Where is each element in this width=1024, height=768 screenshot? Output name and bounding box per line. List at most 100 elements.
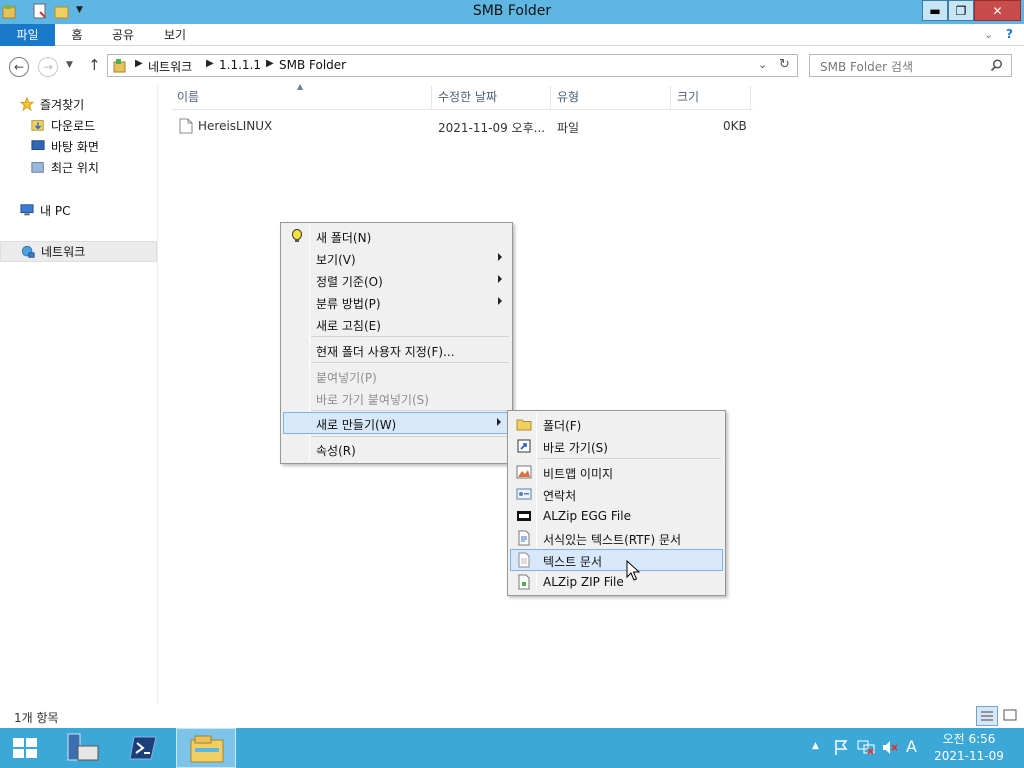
menu-item-group-by[interactable]: 분류 방법(P) [283,291,510,313]
large-icons-view-icon [1003,709,1017,721]
address-bar[interactable]: ▶ 네트워크 ▶ 1.1.1.1 ▶ SMB Folder ⌄ ↻ [107,54,798,77]
menu-item-refresh[interactable]: 새로 고침(E) [283,313,510,335]
file-size: 0KB [723,119,747,133]
menu-item-paste: 붙여넣기(P) [283,365,510,387]
menu-item-customize-folder[interactable]: 현재 폴더 사용자 지정(F)... [283,339,510,361]
search-input[interactable]: SMB Folder 검색 [820,58,913,75]
back-button[interactable]: ← [9,57,29,77]
submenu-item-contact[interactable]: 연락처 [510,483,723,505]
tab-home[interactable]: 홈 [62,24,92,46]
menu-label: 보기(V) [316,253,356,267]
nav-this-pc[interactable]: 내 PC [19,200,70,220]
menu-separator [311,362,509,363]
menu-label: 텍스트 문서 [543,555,603,569]
details-view-button[interactable] [976,706,998,726]
menu-label: 서식있는 텍스트(RTF) 문서 [543,533,682,547]
taskbar-file-explorer[interactable] [176,728,236,768]
submenu-item-folder[interactable]: 폴더(F) [510,413,723,435]
taskbar-powershell[interactable] [118,728,168,768]
shortcut-icon [517,439,531,453]
column-type-label: 유형 [557,90,580,104]
tab-view[interactable]: 보기 [158,24,192,46]
column-modified[interactable]: 수정한 날짜 [432,86,551,110]
computer-icon [20,204,34,216]
details-view-icon [981,711,993,721]
file-modified: 2021-11-09 오후... [438,121,546,135]
menu-label: 연락처 [543,489,577,503]
input-method-indicator[interactable]: A [906,737,917,756]
menu-label: ALZip ZIP File [543,575,624,589]
menu-label: ALZip EGG File [543,509,631,523]
column-size[interactable]: 크기 [671,86,751,110]
column-type[interactable]: 유형 [551,86,671,110]
tab-share[interactable]: 공유 [106,24,140,46]
menu-label: 새로 만들기(W) [316,418,397,432]
nav-downloads[interactable]: 다운로드 [30,115,95,135]
nav-desktop[interactable]: 바탕 화면 [30,136,99,156]
menu-item-new-folder[interactable]: 새 폴더(N) [283,225,510,247]
mouse-cursor-icon [626,560,640,581]
up-arrow-icon[interactable]: ↑ [88,56,101,74]
menu-label: 비트맵 이미지 [543,467,614,481]
menu-item-new[interactable]: 새로 만들기(W) [283,412,510,434]
submenu-item-bitmap[interactable]: 비트맵 이미지 [510,461,723,483]
breadcrumb-separator-icon: ▶ [135,58,143,69]
network-icon [21,245,35,258]
system-clock[interactable]: 오전 6:56 2021-11-09 [934,731,1004,765]
recent-places-icon [31,162,44,173]
submenu-item-alzip-egg[interactable]: ALZip EGG File [510,505,723,527]
nav-network[interactable]: 네트워크 [0,241,157,262]
network-status-icon[interactable] [857,739,875,756]
show-hidden-icons-icon[interactable]: ▲ [812,741,819,751]
menu-label: 바로 가기 붙여넣기(S) [316,393,429,407]
submenu-item-rtf-document[interactable]: 서식있는 텍스트(RTF) 문서 [510,527,723,549]
speaker-muted-icon[interactable] [882,739,898,756]
menu-label: 붙여넣기(P) [316,371,377,385]
column-size-label: 크기 [677,90,700,104]
forward-arrow-icon: → [42,60,54,74]
server-manager-icon [67,733,99,761]
start-button[interactable] [0,728,50,768]
forward-button[interactable]: → [38,57,58,77]
clock-date: 2021-11-09 [934,749,1004,763]
tab-file[interactable]: 파일 [0,24,55,46]
menu-item-paste-shortcut: 바로 가기 붙여넣기(S) [283,387,510,409]
nav-downloads-label: 다운로드 [51,118,96,133]
action-center-flag-icon[interactable] [833,739,849,756]
breadcrumb-folder[interactable]: SMB Folder [279,58,346,72]
nav-recent-label: 최근 위치 [51,160,99,175]
menu-label: 새 폴더(N) [316,231,372,245]
address-dropdown-icon[interactable]: ⌄ [758,58,767,71]
nav-this-pc-label: 내 PC [40,203,71,218]
submenu-item-text-document[interactable]: 텍스트 문서 [510,549,723,571]
close-button[interactable]: ✕ [974,0,1021,21]
submenu-item-alzip-zip[interactable]: ALZip ZIP File [510,571,723,593]
minimize-button[interactable]: ▬ [922,0,948,21]
nav-favorites[interactable]: 즐겨찾기 [19,94,84,114]
ribbon-expand-icon[interactable]: ⌄ [984,28,993,41]
menu-item-properties[interactable]: 속성(R) [283,438,510,460]
nav-recent[interactable]: 최근 위치 [30,157,99,177]
search-icon[interactable] [990,59,1003,72]
help-icon[interactable]: ? [1006,27,1013,41]
menu-item-view[interactable]: 보기(V) [283,247,510,269]
large-icons-view-button[interactable] [1000,706,1022,726]
breadcrumb-network[interactable]: 네트워크 [148,58,192,75]
breadcrumb-host[interactable]: 1.1.1.1 [219,58,261,72]
search-box[interactable]: SMB Folder 검색 [809,54,1012,77]
nav-desktop-label: 바탕 화면 [51,139,99,154]
windows-logo-icon [13,738,37,758]
taskbar-server-manager[interactable] [58,728,108,768]
submenu-item-shortcut[interactable]: 바로 가기(S) [510,435,723,457]
contact-card-icon [516,488,532,500]
menu-item-sort-by[interactable]: 정렬 기준(O) [283,269,510,291]
recent-locations-icon[interactable]: ▼ [66,60,73,70]
submenu-arrow-icon [498,253,502,261]
restore-button[interactable]: ❐ [948,0,974,21]
file-row[interactable]: HereisLINUX 2021-11-09 오후... 파일 0KB [171,115,753,137]
star-icon [19,97,35,111]
refresh-icon[interactable]: ↻ [779,57,790,72]
menu-label: 현재 폴더 사용자 지정(F)... [316,345,455,359]
taskbar: ▲ A 오전 6:56 2021-11-09 [0,728,1024,768]
menu-label: 분류 방법(P) [316,297,381,311]
